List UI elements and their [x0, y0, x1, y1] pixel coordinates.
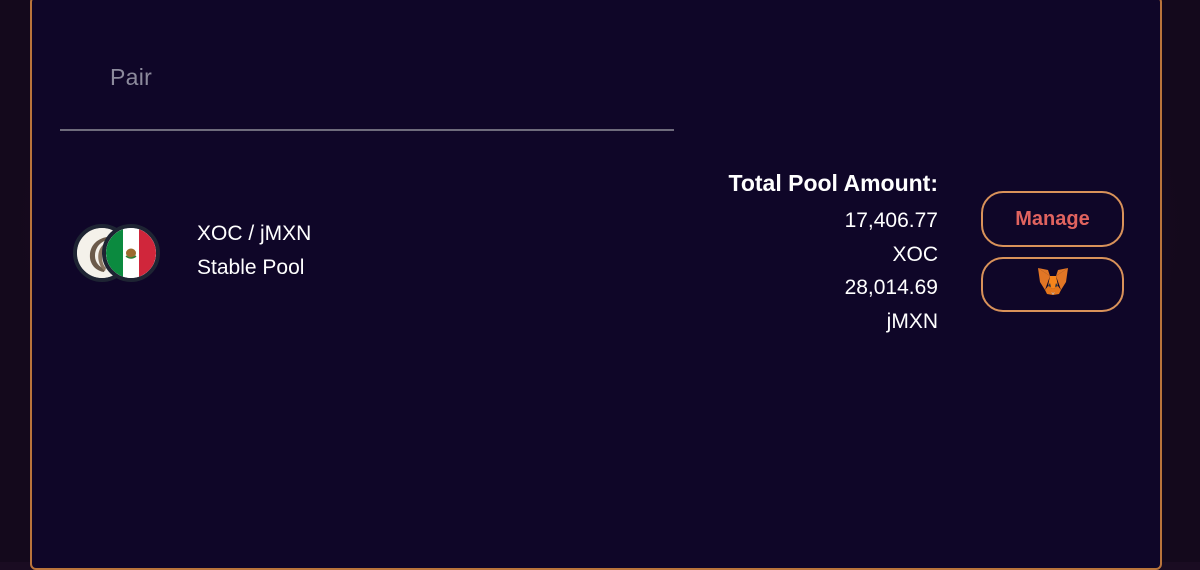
amount-b-value: 28,014.69 — [844, 276, 938, 299]
amount-b-symbol: jMXN — [886, 309, 938, 333]
total-pool-amount: Total Pool Amount: 17,406.77 XOC 28,014.… — [728, 170, 938, 338]
mexico-flag-icon — [102, 224, 160, 282]
metamask-fox-icon — [1036, 266, 1070, 303]
pool-type: Stable Pool — [197, 256, 305, 279]
pair-name: XOC / jMXN — [197, 222, 312, 245]
manage-button[interactable]: Manage — [981, 191, 1124, 247]
add-to-metamask-button[interactable] — [981, 257, 1124, 312]
total-pool-amount-label: Total Pool Amount: — [728, 170, 938, 196]
pair-column-header: Pair — [110, 64, 153, 90]
header-divider — [60, 129, 674, 131]
amount-a-symbol: XOC — [892, 242, 938, 266]
amount-a-value: 17,406.77 — [844, 209, 938, 232]
